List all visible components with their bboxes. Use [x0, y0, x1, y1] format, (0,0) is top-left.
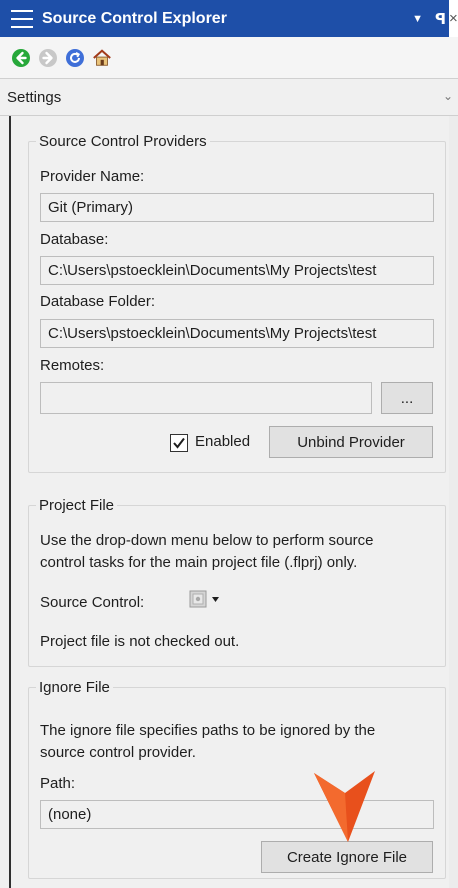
panel-edge	[9, 116, 11, 888]
title-bar: Source Control Explorer ▼ ꟼ	[0, 0, 450, 37]
path-label: Path:	[40, 775, 76, 792]
browse-remotes-button[interactable]: ...	[381, 382, 433, 414]
ignore-file-legend: Ignore File	[39, 679, 110, 696]
unbind-provider-button[interactable]: Unbind Provider	[269, 426, 433, 458]
menu-icon[interactable]	[11, 9, 33, 28]
enabled-checkbox[interactable]	[170, 434, 188, 452]
forward-icon[interactable]	[38, 48, 58, 68]
refresh-icon[interactable]	[65, 48, 85, 68]
pin-icon[interactable]: ꟼ	[435, 10, 446, 28]
source-control-menu-button[interactable]	[189, 589, 221, 609]
toolbar	[0, 37, 458, 78]
remotes-label: Remotes:	[40, 357, 105, 374]
create-ignore-file-button[interactable]: Create Ignore File	[261, 841, 433, 873]
provider-name-label: Provider Name:	[40, 168, 145, 185]
back-icon[interactable]	[11, 48, 31, 68]
chevron-down-icon: ⌄	[442, 89, 453, 103]
project-file-legend: Project File	[39, 497, 115, 514]
enabled-label: Enabled	[195, 433, 251, 450]
dropdown-arrow-icon	[212, 596, 219, 602]
source-control-label: Source Control:	[40, 594, 145, 611]
providers-legend: Source Control Providers	[39, 133, 207, 150]
scrollbar[interactable]	[449, 116, 458, 888]
window-dropdown-icon[interactable]: ▼	[412, 13, 423, 25]
close-icon[interactable]: ×	[449, 0, 458, 37]
settings-dropdown-value: Settings	[7, 88, 62, 106]
database-folder-label: Database Folder:	[40, 293, 156, 310]
database-field[interactable]: C:\Users\pstoecklein\Documents\My Projec…	[40, 256, 434, 285]
project-file-description-line1: Use the drop-down menu below to perform …	[40, 532, 374, 549]
source-control-icon	[189, 590, 207, 608]
ignore-file-description-line2: source control provider.	[40, 744, 196, 761]
ignore-file-description-line1: The ignore file specifies paths to be ig…	[40, 722, 376, 739]
database-label: Database:	[40, 231, 109, 248]
database-folder-field[interactable]: C:\Users\pstoecklein\Documents\My Projec…	[40, 319, 434, 348]
window-title: Source Control Explorer	[42, 9, 227, 27]
project-file-description-line2: control tasks for the main project file …	[40, 554, 358, 571]
pointer-arrow-icon	[314, 771, 375, 842]
project-file-status: Project file is not checked out.	[40, 633, 240, 650]
checkmark-icon	[173, 437, 185, 449]
provider-name-field[interactable]: Git (Primary)	[40, 193, 434, 222]
home-icon[interactable]	[92, 48, 112, 68]
remotes-field[interactable]	[40, 382, 372, 414]
settings-dropdown[interactable]: Settings ⌄	[0, 78, 458, 116]
